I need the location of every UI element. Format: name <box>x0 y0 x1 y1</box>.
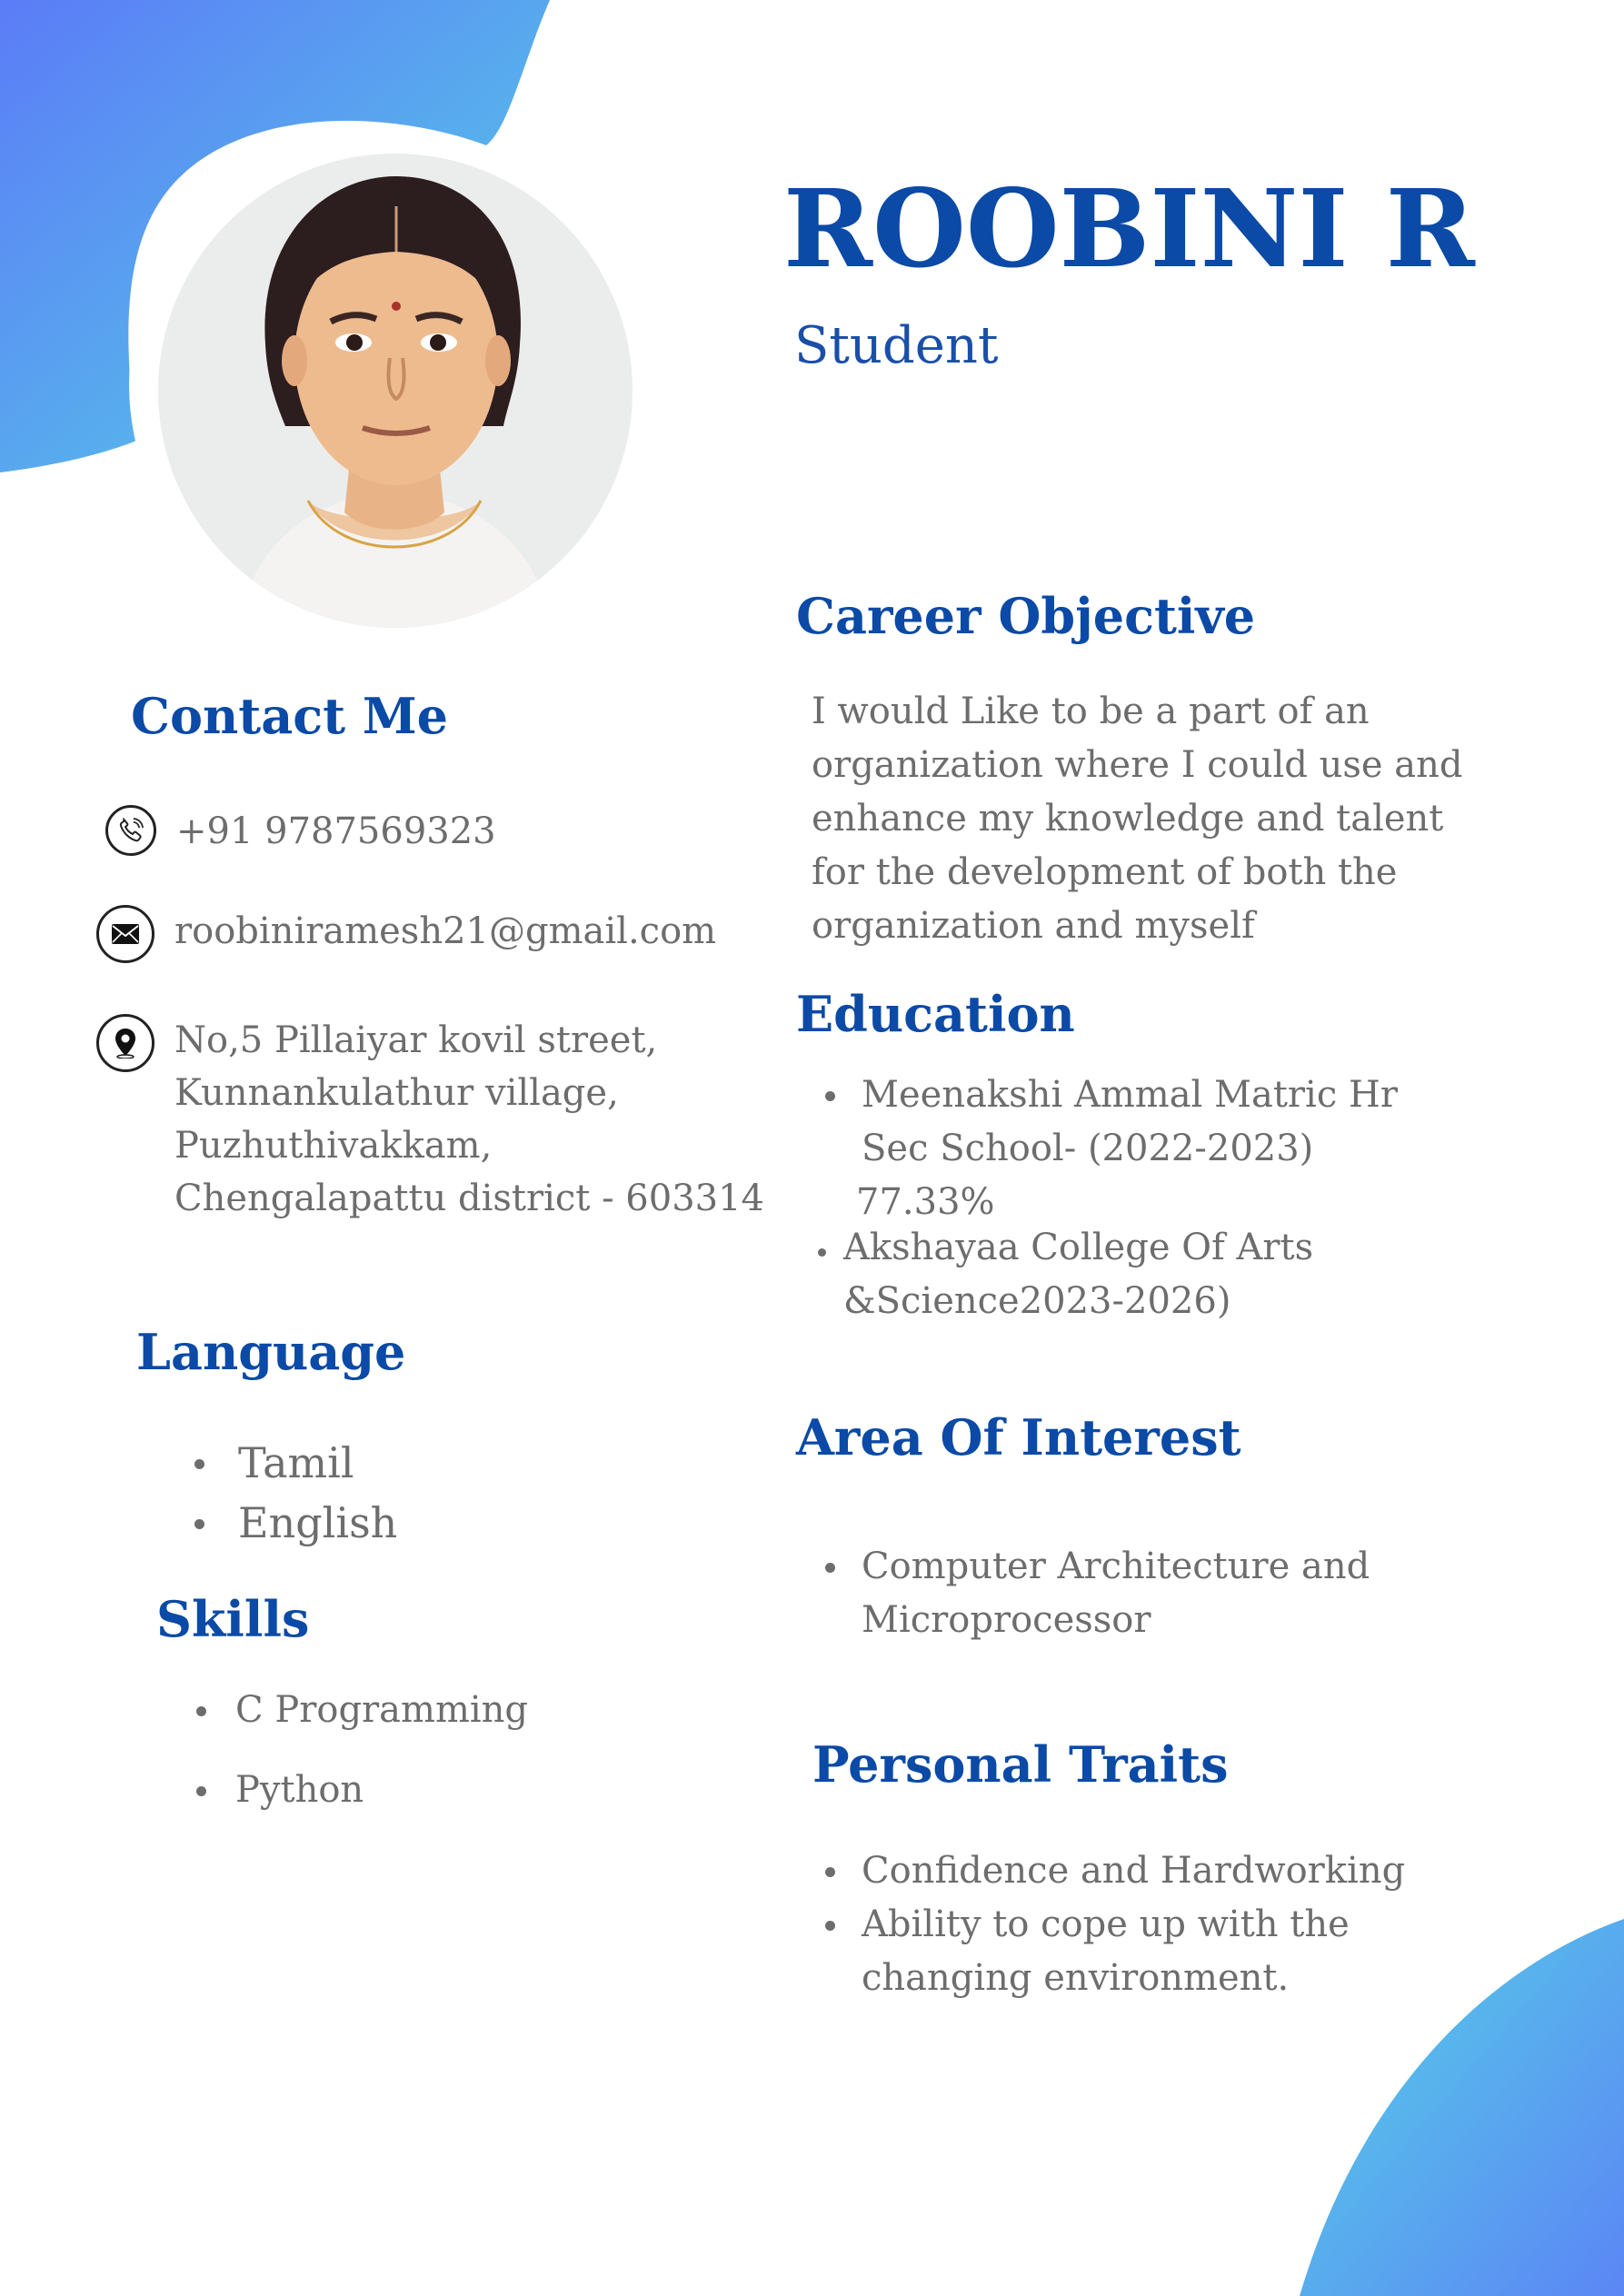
list-item: C Programming <box>194 1683 528 1737</box>
profile-portrait-illustration <box>158 154 633 628</box>
interest-line: Microprocessor <box>862 1599 1151 1641</box>
skill-item: Python <box>235 1769 364 1811</box>
education-line: &Science2023-2026) <box>843 1280 1231 1322</box>
trait-line: Ability to cope up with the <box>862 1903 1350 1945</box>
list-item: English <box>193 1493 397 1553</box>
candidate-name: ROOBINI R <box>783 165 1475 292</box>
address-line: Kunnankulathur village, <box>174 1072 619 1114</box>
career-objective-heading: Career Objective <box>796 587 1256 645</box>
skills-heading: Skills <box>156 1590 310 1648</box>
interest-line: Computer Architecture and <box>862 1546 1370 1587</box>
contact-address-row: No,5 Pillaiyar kovil street, Kunnankulat… <box>96 1014 764 1225</box>
address-line: Chengalapattu district - 603314 <box>174 1178 765 1219</box>
objective-line: organization where I could use and <box>812 744 1463 786</box>
trait-line: Confidence and Hardworking <box>862 1850 1406 1892</box>
objective-line: organization and myself <box>812 905 1255 947</box>
language-item: Tamil <box>238 1438 354 1487</box>
contact-phone-row: +91 9787569323 <box>105 805 496 858</box>
phone-icon <box>105 805 156 856</box>
education-line: Akshayaa College Of Arts <box>843 1227 1314 1268</box>
language-heading: Language <box>136 1323 406 1381</box>
personal-traits-heading: Personal Traits <box>812 1735 1229 1794</box>
objective-line: enhance my knowledge and talent <box>812 798 1444 840</box>
list-item: Confidence and Hardworking <box>823 1844 1405 1898</box>
trait-line: changing environment. <box>862 1957 1290 1999</box>
personal-traits-list: Confidence and Hardworking Ability to co… <box>823 1844 1405 2005</box>
list-item: Meenakshi Ammal Matric Hr Sec School- (2… <box>823 1068 1398 1229</box>
career-objective-text: I would Like to be a part of an organiza… <box>812 685 1463 953</box>
contact-email-row: roobiniramesh21@gmail.com <box>96 905 716 963</box>
contact-phone[interactable]: +91 9787569323 <box>176 805 496 858</box>
language-list: Tamil English <box>193 1433 397 1553</box>
list-item: Ability to cope up with the changing env… <box>823 1898 1405 2005</box>
objective-line: I would Like to be a part of an <box>812 691 1370 732</box>
contact-address: No,5 Pillaiyar kovil street, Kunnankulat… <box>174 1014 764 1225</box>
skills-list: C Programming Python <box>194 1683 528 1817</box>
profile-photo <box>158 154 633 628</box>
language-item: English <box>238 1498 398 1547</box>
list-item: Tamil <box>193 1433 397 1493</box>
location-pin-icon <box>96 1014 154 1072</box>
list-item: Akshayaa College Of Arts &Science2023-20… <box>818 1221 1398 1328</box>
skill-item: C Programming <box>235 1689 529 1731</box>
area-of-interest-list: Computer Architecture and Microprocessor <box>823 1540 1370 1647</box>
objective-line: for the development of both the <box>812 851 1398 893</box>
education-line: Meenakshi Ammal Matric Hr <box>862 1074 1398 1116</box>
list-item: Computer Architecture and Microprocessor <box>823 1540 1370 1647</box>
address-line: No,5 Pillaiyar kovil street, <box>174 1019 658 1061</box>
contact-heading: Contact Me <box>131 687 448 745</box>
candidate-role: Student <box>794 316 999 375</box>
list-item: Python <box>194 1763 528 1817</box>
education-heading: Education <box>796 985 1075 1043</box>
area-of-interest-heading: Area Of Interest <box>796 1408 1241 1466</box>
address-line: Puzhuthivakkam, <box>174 1125 493 1167</box>
mail-icon <box>96 905 154 963</box>
contact-email[interactable]: roobiniramesh21@gmail.com <box>174 905 716 958</box>
education-line: Sec School- (2022-2023) <box>862 1128 1314 1169</box>
education-list: Meenakshi Ammal Matric Hr Sec School- (2… <box>818 1068 1398 1328</box>
